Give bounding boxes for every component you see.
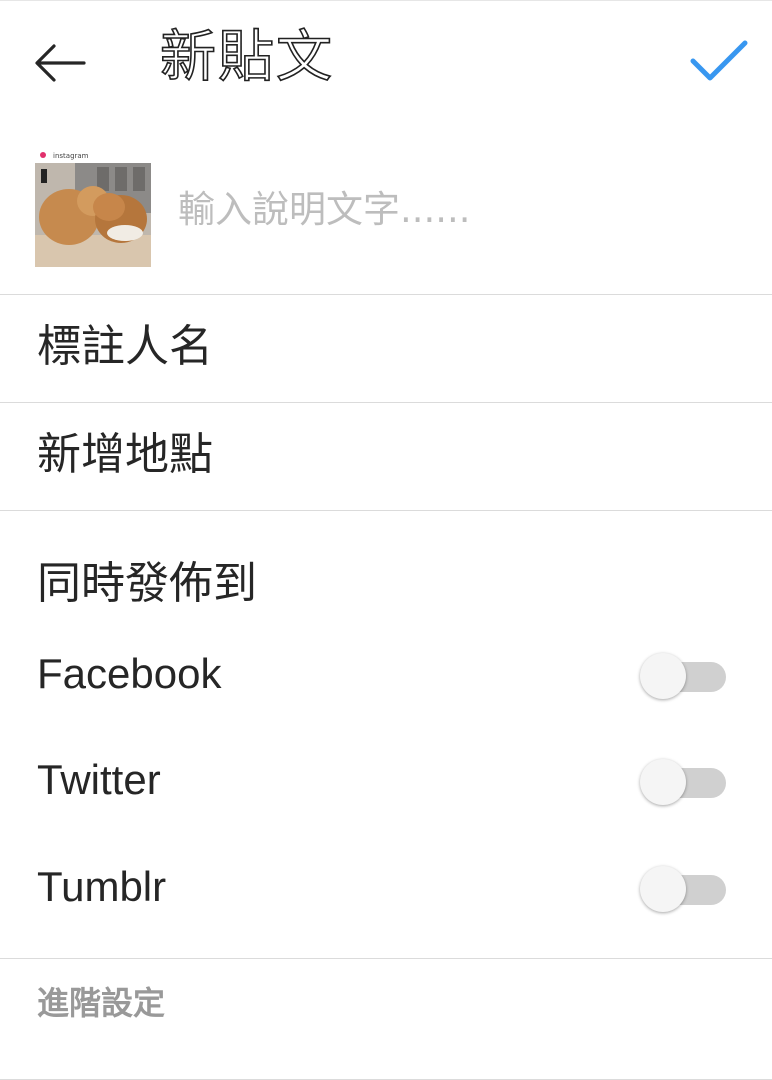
share-label-tumblr: Tumblr [37,863,167,910]
caption-input[interactable] [178,179,738,239]
confirm-button[interactable] [684,31,754,91]
share-section-title: 同時發佈到 [37,558,257,609]
tag-people-label: 標註人名 [37,321,213,372]
add-location-row[interactable]: 新增地點 [0,403,772,510]
divider [0,958,772,959]
header: 新貼文 [0,1,772,119]
back-button[interactable] [28,33,92,93]
add-location-label: 新增地點 [37,429,213,480]
share-row-facebook: Facebook [0,629,772,719]
divider [0,510,772,511]
arrow-left-icon [35,44,86,82]
share-row-tumblr: Tumblr [0,842,772,932]
toggle-knob [640,759,686,805]
new-post-screen: 新貼文 instagram 輸入說明文字...... 標註人名 新增地點 同時發… [0,0,772,1080]
facebook-toggle[interactable] [640,651,730,701]
advanced-settings-link[interactable]: 進階設定 [37,981,165,1025]
share-label-twitter: Twitter [37,756,161,803]
tag-people-row[interactable]: 標註人名 [0,295,772,402]
twitter-toggle[interactable] [640,757,730,807]
share-label-facebook: Facebook [37,650,222,697]
share-row-twitter: Twitter [0,735,772,825]
toggle-knob [640,866,686,912]
post-thumbnail: instagram [35,149,151,267]
page-title: 新貼文 [159,24,334,91]
check-icon [690,40,748,81]
tumblr-toggle[interactable] [640,864,730,914]
caption-row: instagram [0,119,772,294]
thumbnail-caption: instagram [53,152,89,160]
thumbnail-image: instagram [35,149,151,267]
toggle-knob [640,653,686,699]
